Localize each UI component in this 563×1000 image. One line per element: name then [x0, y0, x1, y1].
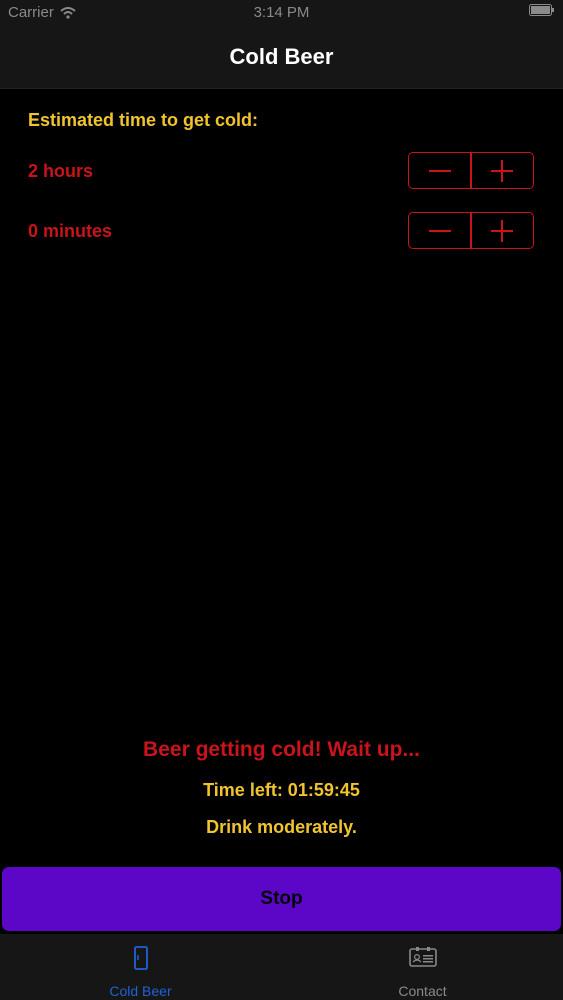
hours-decrement-button[interactable] [409, 153, 470, 188]
tab-bar: Cold Beer Contact [0, 934, 563, 1000]
battery-icon [529, 4, 554, 16]
minus-icon [428, 169, 451, 172]
plus-icon [491, 159, 514, 182]
stop-button[interactable]: Stop [2, 867, 561, 931]
estimate-heading: Estimated time to get cold: [28, 110, 259, 130]
minutes-stepper [408, 212, 534, 249]
page-title: Cold Beer [229, 44, 334, 69]
fridge-icon [133, 946, 148, 970]
minutes-label: 0 minutes [28, 221, 113, 241]
time-left-label: Time left: 01:59:45 [203, 780, 360, 800]
battery-indicator [529, 4, 555, 16]
clock: 3:14 PM [253, 4, 310, 21]
hours-stepper [408, 152, 534, 189]
minutes-increment-button[interactable] [472, 213, 533, 248]
minus-icon [428, 229, 451, 232]
tab-contact[interactable]: Contact [282, 934, 563, 1000]
minutes-decrement-button[interactable] [409, 213, 470, 248]
hours-label: 2 hours [28, 161, 94, 181]
status-bar: Carrier 3:14 PM [0, 0, 563, 28]
drink-advice-label: Drink moderately. [206, 817, 357, 837]
plus-icon [491, 219, 514, 242]
navigation-bar: Cold Beer [0, 28, 563, 89]
tab-label: Contact [398, 983, 447, 999]
contact-card-icon [408, 947, 437, 967]
tab-label: Cold Beer [109, 983, 172, 999]
tab-cold-beer[interactable]: Cold Beer [0, 934, 281, 1000]
hours-increment-button[interactable] [472, 153, 533, 188]
cooling-status-message: Beer getting cold! Wait up... [143, 738, 420, 761]
